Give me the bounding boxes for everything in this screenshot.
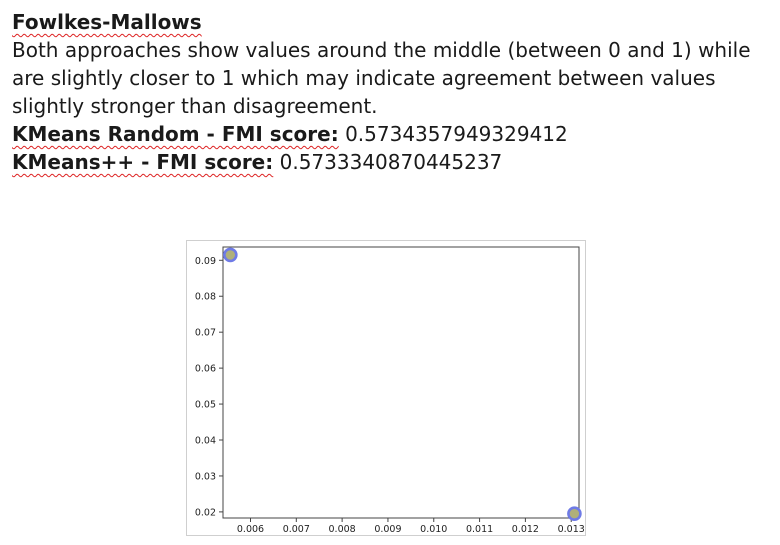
x-tick-label: 0.007 bbox=[283, 524, 310, 535]
y-tick-label: 0.06 bbox=[195, 364, 216, 375]
scatter-point bbox=[223, 247, 238, 263]
score-value: 0.5734357949329412 bbox=[345, 122, 568, 146]
y-tick-label: 0.07 bbox=[195, 328, 216, 339]
score-line-kmeans-plus-plus: KMeans++ - FMI score: 0.5733340870445237 bbox=[12, 148, 772, 176]
scatter-plot-figure: 0.02 0.03 0.04 0.05 0.06 0.07 0.08 0.09 0.006 0.… bbox=[186, 240, 586, 536]
y-tick-label: 0.05 bbox=[195, 400, 216, 411]
x-tick-label: 0.011 bbox=[466, 524, 493, 535]
x-tick-label: 0.008 bbox=[329, 524, 356, 535]
x-axis: 0.006 0.007 0.008 0.009 0.010 0.011 0.012 0.013 bbox=[237, 518, 585, 535]
x-tick-label: 0.006 bbox=[237, 524, 264, 535]
y-tick-label: 0.02 bbox=[195, 507, 216, 518]
score-label: KMeans++ - FMI score: bbox=[12, 150, 274, 174]
y-tick-label: 0.09 bbox=[195, 256, 216, 267]
y-axis: 0.02 0.03 0.04 0.05 0.06 0.07 0.08 0.09 bbox=[195, 256, 223, 518]
score-label: KMeans Random - FMI score: bbox=[12, 122, 339, 146]
section-heading: Fowlkes-Mallows bbox=[12, 10, 202, 34]
plot-area-frame bbox=[222, 246, 580, 519]
y-tick-label: 0.08 bbox=[195, 292, 216, 303]
description-paragraph: Both approaches show values around the m… bbox=[12, 38, 751, 118]
data-points bbox=[223, 247, 582, 521]
scatter-point bbox=[567, 506, 582, 521]
scatter-plot: 0.020.030.040.050.060.070.080.09 0.006 0.… bbox=[195, 246, 585, 535]
x-tick-label: 0.013 bbox=[558, 524, 585, 535]
score-value: 0.5733340870445237 bbox=[279, 150, 503, 174]
y-tick-label: 0.04 bbox=[195, 436, 216, 447]
score-line-kmeans-random: KMeans Random - FMI score: 0.57343579493… bbox=[12, 120, 772, 148]
x-tick-label: 0.012 bbox=[512, 524, 539, 535]
x-tick-label: 0.009 bbox=[374, 524, 401, 535]
x-tick-label: 0.010 bbox=[420, 524, 447, 535]
y-tick-label: 0.03 bbox=[195, 471, 216, 482]
notebook-markdown-cell: Fowlkes-Mallows Both approaches show val… bbox=[12, 8, 772, 176]
